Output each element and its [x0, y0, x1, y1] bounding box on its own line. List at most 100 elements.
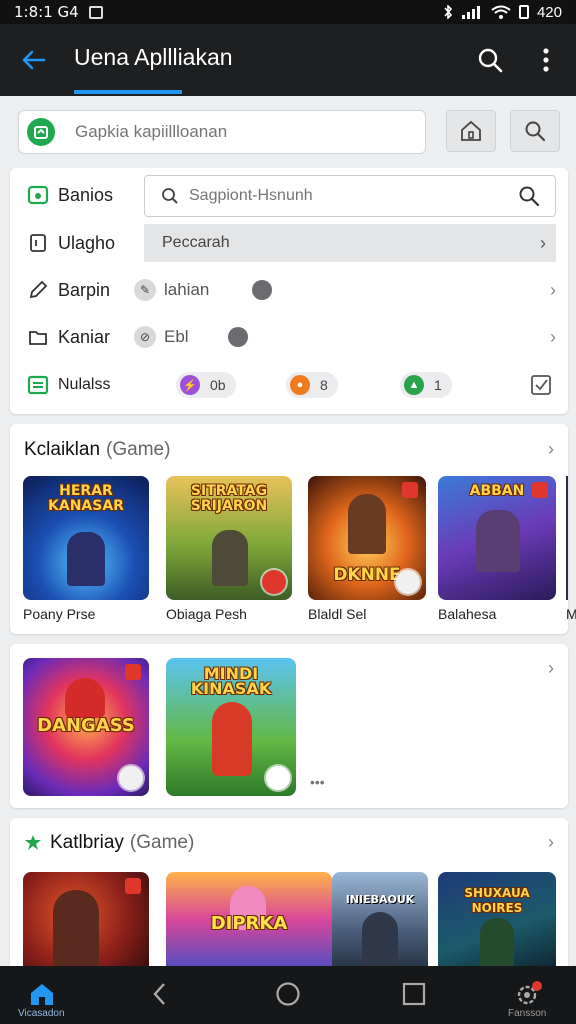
home-icon	[31, 984, 53, 1005]
app-search-input[interactable]	[75, 122, 375, 142]
character-figure	[67, 532, 105, 586]
app-box-icon	[26, 183, 50, 207]
games-section-1: Kclaiklan (Game) › HERAR KANASAR Poany Pr…	[10, 424, 576, 634]
lightning-icon: ⚡	[180, 375, 200, 395]
game-tile[interactable]: MINDI KINASAK	[166, 658, 296, 796]
game-tile[interactable]: DKNNE Blaldl Sel	[308, 476, 426, 622]
search-submit-button[interactable]	[510, 110, 560, 152]
nav-back-button[interactable]	[140, 976, 180, 1012]
chevron-right-icon[interactable]: ›	[548, 439, 554, 460]
corner-flag-icon	[402, 482, 418, 498]
character-figure	[212, 530, 248, 586]
more-dots[interactable]: •••	[310, 774, 325, 790]
status-icons: 420	[443, 4, 562, 21]
section-title: Kclaiklan (Game)	[24, 439, 170, 461]
gear-icon	[517, 981, 542, 1005]
filter-row-nulalss[interactable]: Nulalss ⚡ 0b ● 8 ▲ 1	[10, 362, 568, 408]
section-subtitle: (Game)	[106, 439, 171, 460]
chevron-right-icon: ›	[540, 232, 546, 253]
chevron-right-icon[interactable]: ›	[550, 327, 556, 348]
nav-home-circle-button[interactable]	[268, 976, 308, 1012]
stat-pill[interactable]: ▲ 1	[400, 372, 452, 398]
search-icon	[478, 48, 503, 73]
filter-row-label: Banios	[58, 184, 114, 205]
game-tile[interactable]: INIEBAOUK	[332, 872, 428, 978]
filter-row-label: Nulalss	[58, 376, 111, 393]
games-section-3: Katlbriay (Game) › DIPRKA INIEBAOUK SHUXA…	[10, 818, 568, 978]
character-figure	[362, 912, 398, 972]
book-icon	[26, 231, 50, 255]
filter-row-kaniar[interactable]: Kaniar ⊘ Ebl ›	[10, 314, 568, 360]
bluetooth-icon	[444, 5, 453, 19]
nav-recents-button[interactable]	[394, 976, 434, 1012]
stat-pill[interactable]: ● 8	[286, 372, 338, 398]
search-icon	[519, 186, 540, 207]
chip-label: Ebl	[164, 327, 189, 346]
chevron-right-icon[interactable]: ›	[548, 658, 554, 679]
list-icon	[26, 373, 50, 397]
chevron-right-icon[interactable]: ›	[548, 832, 554, 853]
nav-home-button[interactable]	[22, 976, 62, 1012]
filter-chip[interactable]: ⊘ Ebl	[134, 326, 189, 348]
back-button[interactable]	[18, 44, 50, 76]
chip-icon: ✎	[134, 279, 156, 301]
fire-icon: ●	[290, 375, 310, 395]
category-select[interactable]: Peccarah ›	[144, 224, 556, 262]
page-title: Uena Apllliakan	[74, 44, 233, 70]
filter-search-input[interactable]	[189, 187, 499, 205]
home-button[interactable]	[446, 110, 496, 152]
more-options-button[interactable]	[532, 44, 560, 76]
stat-value: 0b	[210, 377, 226, 393]
battery-level: 420	[536, 3, 562, 21]
character-figure	[212, 702, 252, 776]
nav-home-label: Vicasadon	[18, 1008, 65, 1019]
stat-pill[interactable]: ⚡ 0b	[176, 372, 236, 398]
character-figure	[476, 510, 520, 572]
game-title: Obiaga Pesh	[166, 606, 247, 622]
section-subtitle: (Game)	[129, 832, 195, 853]
more-vert-icon	[543, 48, 549, 72]
status-bar: 1:8:1 G4 420	[0, 0, 576, 24]
filter-row-barpin[interactable]: Barpin ✎ lahian ›	[10, 267, 568, 313]
store-logo-icon	[27, 118, 55, 146]
game-banner-text: SHUXAUA NOIRES	[464, 886, 530, 915]
checkbox-icon[interactable]	[530, 374, 552, 396]
game-tile-partial[interactable]: M	[566, 476, 576, 622]
category-select-value: Peccarah	[162, 234, 230, 251]
game-tile[interactable]: DIPRKA	[166, 872, 332, 978]
nav-settings-button[interactable]	[510, 976, 550, 1012]
game-badge-icon	[119, 766, 143, 790]
game-tile[interactable]: SHUXAUA NOIRES	[438, 872, 556, 978]
game-title: Poany Prse	[23, 606, 96, 622]
game-tile[interactable]: HERAR KANASAR Poany Prse	[23, 476, 149, 622]
filter-chip[interactable]: ✎ lahian	[134, 279, 209, 301]
game-banner-text: SITRATAG SRIJARON	[190, 483, 268, 514]
stat-value: 8	[320, 377, 328, 393]
game-banner-text: HERAR KANASAR	[48, 483, 124, 514]
section-title: Katlbriay (Game)	[24, 832, 194, 854]
app-search-field[interactable]	[18, 110, 426, 154]
puzzle-icon	[25, 835, 41, 850]
game-banner-text: DIPRKA	[210, 913, 288, 934]
corner-flag-icon	[125, 664, 141, 680]
chart-up-icon: ▲	[404, 375, 424, 395]
home-icon	[461, 120, 481, 141]
arrow-left-icon	[22, 50, 46, 70]
character-figure	[53, 890, 99, 970]
chevron-right-icon[interactable]: ›	[550, 280, 556, 301]
game-tile[interactable]: SITRATAG SRIJARON Obiaga Pesh	[166, 476, 292, 622]
filter-search-field[interactable]	[144, 175, 556, 217]
game-tile[interactable]: ABBAN Balahesa	[438, 476, 556, 622]
section-title-text: Kclaiklan	[24, 439, 101, 460]
search-button[interactable]	[474, 44, 506, 76]
signal-icon	[461, 6, 480, 19]
game-title: M	[566, 606, 576, 622]
stat-value: 1	[434, 377, 442, 393]
game-banner-text: DANGASS	[37, 715, 135, 736]
filter-row-label: Barpin	[58, 279, 111, 300]
game-tile[interactable]	[23, 872, 149, 978]
game-tile[interactable]: DANGASS	[23, 658, 149, 796]
game-banner-text: ABBAN	[469, 483, 525, 499]
corner-flag-icon	[125, 878, 141, 894]
globe-icon	[228, 327, 248, 347]
